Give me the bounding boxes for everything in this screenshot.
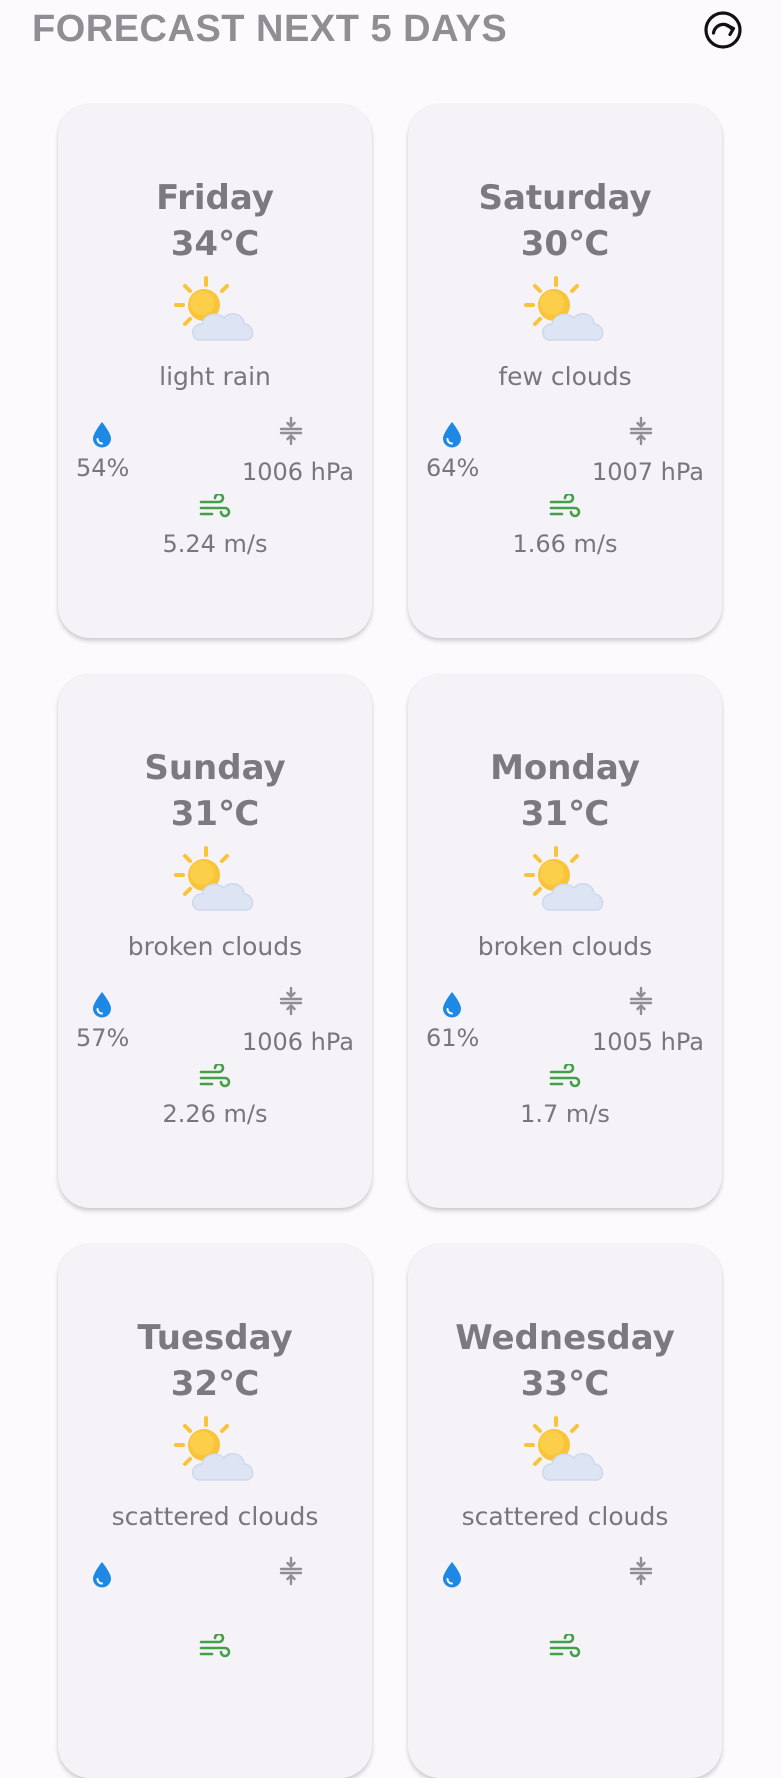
pressure-icon: [629, 986, 653, 1016]
day-name: Saturday: [478, 178, 652, 218]
wind-icon: [199, 494, 231, 518]
wind-value: 1.66 m/s: [512, 530, 618, 558]
day-name: Friday: [156, 178, 274, 218]
partly-cloudy-icon: [524, 846, 604, 911]
weather-description: broken clouds: [127, 932, 303, 961]
pressure-icon: [629, 416, 653, 446]
temperature: 32℃: [170, 1364, 260, 1404]
day-name: Monday: [490, 748, 640, 788]
page-title: FORECAST NEXT 5 DAYS: [32, 8, 508, 50]
refresh-button[interactable]: [703, 10, 743, 50]
day-name: Tuesday: [137, 1318, 293, 1358]
wind-icon: [199, 1634, 231, 1658]
humidity-value: 61%: [426, 1024, 480, 1052]
pressure-value: 1006 hPa: [241, 1028, 354, 1056]
temperature: 33℃: [520, 1364, 610, 1404]
app-header: FORECAST NEXT 5 DAYS: [0, 0, 782, 70]
partly-cloudy-icon: [524, 276, 604, 341]
partly-cloudy-icon: [524, 1416, 604, 1481]
refresh-icon: [704, 11, 742, 49]
weather-description: scattered clouds: [111, 1502, 319, 1531]
pressure-value: 1007 hPa: [591, 458, 704, 486]
temperature: 31℃: [170, 794, 260, 834]
forecast-card[interactable]: Sunday 31℃ broken clouds 57% 1006 hPa 2.…: [58, 674, 372, 1208]
humidity-value: 54%: [76, 454, 130, 482]
pressure-value: 1005 hPa: [591, 1028, 704, 1056]
weather-description: few clouds: [498, 362, 632, 391]
wind-icon: [549, 1064, 581, 1088]
water-drop-icon: [93, 422, 111, 448]
humidity-value: 57%: [76, 1024, 130, 1052]
temperature: 30℃: [520, 224, 610, 264]
forecast-card[interactable]: Tuesday 32℃ scattered clouds: [58, 1244, 372, 1778]
day-name: Sunday: [144, 748, 286, 788]
wind-value: 5.24 m/s: [162, 530, 268, 558]
temperature: 34℃: [170, 224, 260, 264]
forecast-card[interactable]: Monday 31℃ broken clouds 61% 1005 hPa 1.…: [408, 674, 722, 1208]
weather-description: broken clouds: [477, 932, 653, 961]
pressure-value: 1006 hPa: [241, 458, 354, 486]
pressure-icon: [629, 1556, 653, 1586]
day-name: Wednesday: [455, 1318, 675, 1358]
weather-description: scattered clouds: [461, 1502, 669, 1531]
partly-cloudy-icon: [174, 846, 254, 911]
pressure-icon: [279, 416, 303, 446]
water-drop-icon: [93, 992, 111, 1018]
water-drop-icon: [93, 1562, 111, 1588]
temperature: 31℃: [520, 794, 610, 834]
forecast-card[interactable]: Friday 34℃ light rain 54% 1006 hPa 5.24 …: [58, 104, 372, 638]
humidity-value: 64%: [426, 454, 480, 482]
water-drop-icon: [443, 422, 461, 448]
forecast-grid: Friday 34℃ light rain 54% 1006 hPa 5.24 …: [58, 104, 722, 1778]
weather-description: light rain: [159, 362, 271, 391]
wind-icon: [199, 1064, 231, 1088]
wind-icon: [549, 494, 581, 518]
pressure-icon: [279, 1556, 303, 1586]
wind-value: 1.7 m/s: [520, 1100, 610, 1128]
forecast-card[interactable]: Saturday 30℃ few clouds 64% 1007 hPa 1.6…: [408, 104, 722, 638]
partly-cloudy-icon: [174, 276, 254, 341]
wind-value: 2.26 m/s: [162, 1100, 268, 1128]
pressure-icon: [279, 986, 303, 1016]
wind-icon: [549, 1634, 581, 1658]
water-drop-icon: [443, 1562, 461, 1588]
forecast-card[interactable]: Wednesday 33℃ scattered clouds: [408, 1244, 722, 1778]
partly-cloudy-icon: [174, 1416, 254, 1481]
water-drop-icon: [443, 992, 461, 1018]
